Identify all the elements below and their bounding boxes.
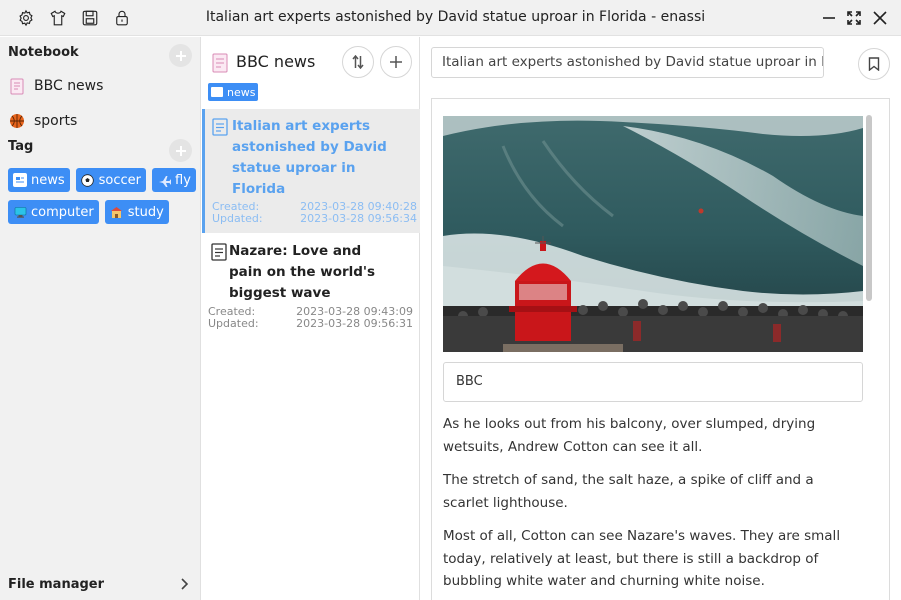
note-updated: Updated: 2023-03-28 09:56:34: [212, 213, 417, 225]
note-title: Italian art experts astonished by David …: [232, 118, 387, 197]
minimize-button[interactable]: [819, 8, 839, 28]
tag-news[interactable]: news: [8, 168, 70, 192]
notebook-heading: Notebook: [8, 45, 79, 60]
school-icon: [110, 205, 124, 219]
sort-arrows-icon: [352, 55, 364, 69]
note-list-item[interactable]: Nazare: Love and pain on the world's big…: [202, 234, 420, 334]
notebook-icon: [8, 77, 26, 95]
settings-gear-icon[interactable]: [15, 7, 37, 29]
tag-soccer[interactable]: soccer: [75, 168, 147, 192]
updated-timestamp: 2023-03-28 09:56:31: [296, 317, 413, 330]
note-updated: Updated: 2023-03-28 09:56:31: [208, 318, 413, 330]
theme-shirt-icon[interactable]: [47, 7, 69, 29]
file-manager-label[interactable]: File manager: [8, 577, 104, 592]
maximize-button[interactable]: [844, 8, 864, 28]
note-title-input[interactable]: Italian art experts astonished by David …: [431, 47, 824, 78]
article-body[interactable]: As he looks out from his balcony, over s…: [443, 413, 863, 600]
add-note-button[interactable]: [380, 46, 412, 78]
filter-tag-news[interactable]: news: [208, 83, 259, 101]
note-title: Nazare: Love and pain on the world's big…: [229, 243, 376, 301]
bookmark-button[interactable]: [858, 48, 890, 80]
tag-label: fly: [175, 172, 191, 188]
note-list-panel: BBC news news Italian art experts astoni…: [202, 37, 420, 600]
newspaper-icon: [13, 173, 27, 187]
content-scrollbar[interactable]: [866, 115, 872, 301]
tag-study[interactable]: study: [104, 200, 169, 224]
note-list-item[interactable]: Italian art experts astonished by David …: [202, 109, 420, 233]
sidebar-item-sports[interactable]: sports: [8, 110, 77, 132]
sidebar-item-label: BBC news: [34, 78, 104, 94]
tag-label: study: [127, 204, 164, 220]
paragraph: Most of all, Cotton can see Nazare's wav…: [443, 528, 841, 589]
bookmark-icon: [868, 57, 880, 71]
note-content[interactable]: BBC As he looks out from his balcony, ov…: [431, 98, 890, 600]
updated-label: Updated:: [212, 212, 263, 225]
sidebar-item-label: sports: [34, 113, 78, 129]
tag-label: news: [31, 172, 65, 188]
save-disk-icon[interactable]: [79, 7, 101, 29]
tag-label: soccer: [98, 172, 142, 188]
add-notebook-button[interactable]: [169, 44, 192, 67]
airplane-icon: [157, 173, 171, 187]
notebook-title: BBC news: [236, 52, 316, 71]
note-document-icon: [211, 243, 227, 261]
article-photo: [443, 116, 863, 352]
paragraph: The stretch of sand, the salt haze, a sp…: [443, 472, 814, 511]
monitor-icon: [13, 205, 27, 219]
sidebar-item-bbc-news[interactable]: BBC news: [8, 75, 103, 97]
updated-label: Updated:: [208, 317, 259, 330]
lock-icon[interactable]: [111, 7, 133, 29]
tag-fly[interactable]: fly: [152, 168, 196, 192]
editor-panel: Italian art experts astonished by David …: [421, 37, 901, 600]
tag-heading: Tag: [8, 139, 34, 154]
note-document-icon: [212, 118, 228, 136]
soccer-ball-icon: [81, 173, 95, 187]
image-caption[interactable]: BBC: [443, 362, 863, 402]
tag-computer[interactable]: computer: [8, 200, 99, 224]
sort-button[interactable]: [342, 46, 374, 78]
plus-icon: [390, 56, 402, 68]
title-bar: Italian art experts astonished by David …: [0, 0, 901, 36]
add-tag-button[interactable]: [169, 139, 192, 162]
notebook-icon: [212, 53, 230, 73]
chevron-right-icon[interactable]: [178, 578, 190, 590]
tag-label: computer: [31, 204, 94, 220]
window-title: Italian art experts astonished by David …: [205, 9, 706, 25]
paragraph: As he looks out from his balcony, over s…: [443, 416, 816, 455]
sidebar: Notebook BBC news sports Tag news soccer: [0, 37, 201, 600]
filter-tag-label: news: [227, 85, 256, 99]
tag-list: news soccer fly computer study: [8, 168, 196, 224]
basketball-icon: [8, 112, 26, 130]
close-button[interactable]: [870, 8, 890, 28]
updated-timestamp: 2023-03-28 09:56:34: [300, 212, 417, 225]
newspaper-icon: [211, 87, 223, 97]
